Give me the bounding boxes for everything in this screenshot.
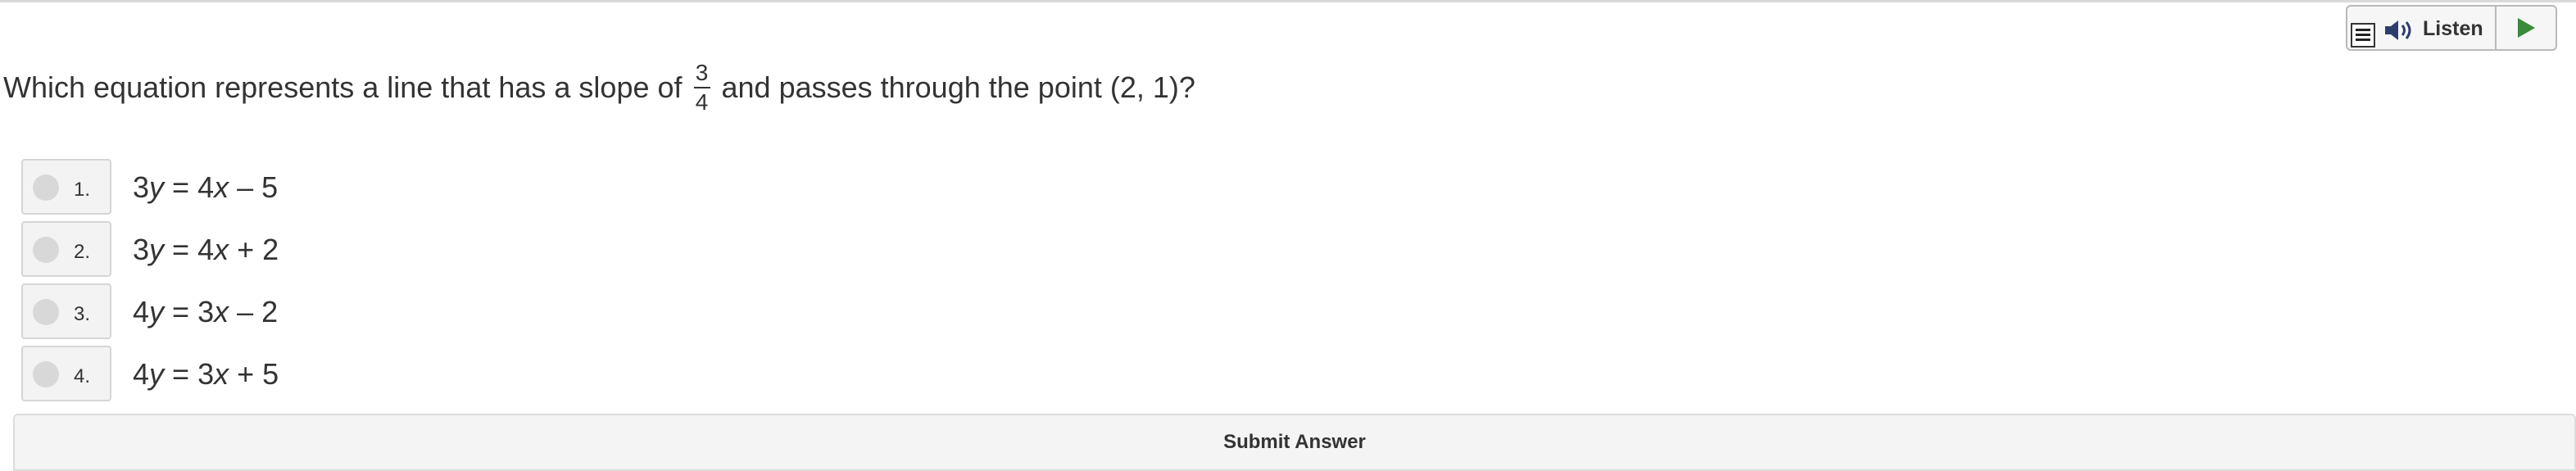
menu-icon[interactable] [2351,23,2375,48]
listen-label: Listen [2423,17,2483,40]
question-text-after: and passes through the point (2, 1)? [721,70,1195,104]
listen-button[interactable]: Listen [2347,7,2497,49]
slope-fraction: 3 4 [693,60,710,115]
option-equation[interactable]: 4y = 3x + 5 [133,357,279,392]
fraction-bar [693,87,710,88]
radio-button[interactable] [33,299,59,325]
answer-option-3[interactable]: 3. 4y = 3x – 2 [21,283,278,339]
option-number: 4. [74,365,91,387]
speaker-icon [2385,20,2411,40]
fraction-numerator: 3 [695,60,709,85]
play-button[interactable] [2497,7,2556,49]
radio-button[interactable] [33,174,59,201]
answer-option-selector[interactable]: 3. [21,283,111,339]
answer-option-selector[interactable]: 1. [21,159,111,215]
option-equation[interactable]: 3y = 4x + 2 [133,233,279,267]
play-icon [2518,18,2535,38]
listen-widget: Listen [2346,5,2557,51]
question-text-before: Which equation represents a line that ha… [3,70,683,104]
option-equation[interactable]: 3y = 4x – 5 [133,170,278,205]
answer-option-1[interactable]: 1. 3y = 4x – 5 [21,159,278,215]
answer-option-selector[interactable]: 4. [21,346,111,401]
top-divider [0,0,2576,2]
option-number: 3. [74,303,91,325]
answer-option-2[interactable]: 2. 3y = 4x + 2 [21,221,279,277]
option-number: 2. [74,241,91,263]
option-number: 1. [74,179,91,201]
radio-button[interactable] [33,237,59,263]
fraction-denominator: 4 [695,89,709,115]
question-text: Which equation represents a line that ha… [3,61,1195,115]
answer-option-selector[interactable]: 2. [21,221,111,277]
submit-answer-button[interactable]: Submit Answer [13,414,2576,471]
answer-option-4[interactable]: 4. 4y = 3x + 5 [21,346,279,401]
option-equation[interactable]: 4y = 3x – 2 [133,295,278,329]
submit-answer-label: Submit Answer [1223,431,1366,453]
radio-button[interactable] [33,361,59,387]
